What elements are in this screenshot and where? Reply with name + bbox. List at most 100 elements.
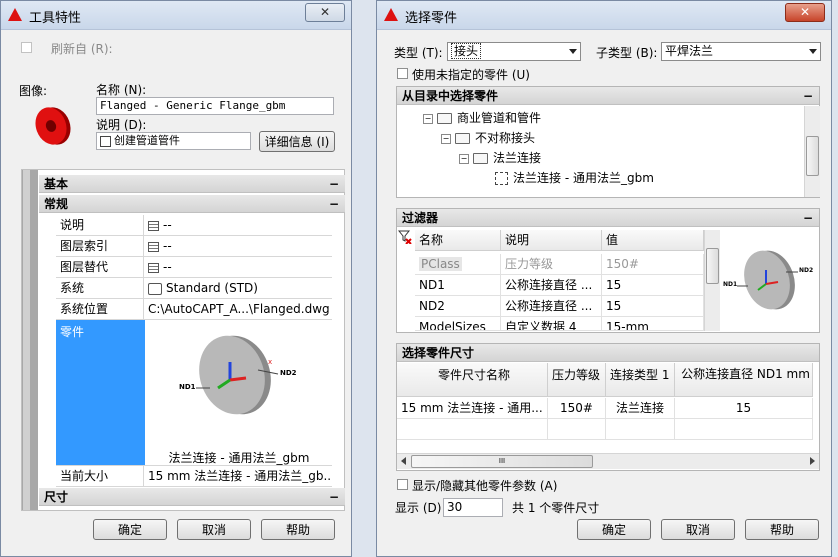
svg-text:x: x (268, 358, 272, 366)
tree-label: 法兰连接 (493, 151, 542, 165)
basic-section-header[interactable]: 基本 − (39, 175, 345, 193)
subtype-dropdown[interactable]: 平焊法兰 (661, 42, 821, 61)
scroll-thumb[interactable] (706, 248, 719, 284)
property-row-layer-override[interactable]: 图层替代 -- (56, 257, 332, 278)
size-cell-pressure-class[interactable]: 150# (548, 398, 606, 419)
general-section-header[interactable]: 常规 − (39, 195, 345, 213)
catalog-scrollbar[interactable] (804, 106, 820, 197)
empty-row-cell (606, 419, 675, 440)
property-name: 图层索引 (56, 236, 144, 256)
column-header-value[interactable]: 值 (602, 230, 704, 251)
scroll-right-arrow-icon[interactable] (810, 457, 815, 465)
collapse-icon[interactable]: − (329, 175, 339, 193)
type-dropdown[interactable]: 接头 (447, 42, 581, 61)
filter-cell-value[interactable]: 15 (602, 275, 704, 296)
nd2-label: ND2 (280, 369, 297, 377)
size-cell-nominal-diameter[interactable]: 15 (675, 398, 813, 419)
property-value[interactable]: C:\AutoCAPT_A...\Flanged.dwg (146, 299, 332, 319)
collapse-icon[interactable]: − (329, 488, 339, 506)
name-field[interactable]: Flanged - Generic Flange_gbm (96, 97, 334, 115)
filter-cell-name[interactable]: ND1 (415, 275, 501, 296)
filter-cell-description: 公称连接直径 ... (501, 275, 602, 296)
filter-cell-name[interactable]: ND2 (415, 296, 501, 317)
filter-cell-name[interactable]: ModelSizes (415, 317, 501, 331)
panel-scroll-strip[interactable] (23, 170, 30, 510)
flange-thumbnail-icon (31, 104, 75, 148)
filter-scrollbar[interactable] (704, 230, 720, 331)
size-section-header[interactable]: 尺寸 − (39, 488, 345, 506)
collapse-icon[interactable]: − (803, 209, 813, 227)
part-preview-image[interactable]: x ND1 ND2 法兰连接 - 通用法兰_gbm (146, 320, 332, 465)
tree-node[interactable]: − 商业管道和管件 (423, 109, 541, 126)
filter-section-title: 过滤器 (402, 211, 439, 225)
help-button[interactable]: 帮助 (261, 519, 335, 540)
scroll-thumb[interactable]: III (411, 455, 593, 468)
size-horizontal-scrollbar[interactable]: III (397, 453, 819, 469)
collapse-icon[interactable]: − (329, 195, 339, 213)
filter-cell-value[interactable]: 15 (602, 296, 704, 317)
property-row-layer-key[interactable]: 图层索引 -- (56, 236, 332, 257)
column-header-name[interactable]: 名称 (415, 230, 501, 251)
property-row-system-location[interactable]: 系统位置 C:\AutoCAPT_A...\Flanged.dwg (56, 299, 332, 320)
empty-row-cell (548, 419, 606, 440)
size-cell-connection-type[interactable]: 法兰连接 (606, 398, 675, 419)
collapse-icon[interactable]: − (803, 87, 813, 105)
description-label: 说明 (D): (96, 118, 147, 132)
tree-label: 商业管道和管件 (457, 111, 542, 125)
property-name: 系统 (56, 278, 144, 298)
property-value[interactable]: 15 mm 法兰连接 - 通用法兰_gb... (146, 466, 332, 486)
property-row-part[interactable]: 零件 x ND1 ND2 法兰连接 - 通用法兰_gbm (56, 320, 332, 466)
filter-cell-value[interactable]: 15-mm (602, 317, 704, 331)
ok-button[interactable]: 确定 (93, 519, 167, 540)
name-label: 名称 (N): (96, 83, 147, 97)
close-button[interactable]: ✕ (305, 3, 345, 22)
cancel-button[interactable]: 取消 (177, 519, 251, 540)
autocad-logo-icon (8, 8, 22, 21)
tree-node[interactable]: − 法兰连接 (459, 149, 541, 166)
size-section-title: 选择零件尺寸 (402, 346, 475, 360)
tree-node[interactable]: − 不对称接头 (441, 129, 535, 146)
property-value[interactable]: -- (146, 257, 332, 277)
size-cell-name[interactable]: 15 mm 法兰连接 - 通用... (397, 398, 548, 419)
ok-button[interactable]: 确定 (577, 519, 651, 540)
refresh-checkbox[interactable] (21, 42, 32, 53)
property-row-description[interactable]: 说明 -- (56, 215, 332, 236)
property-value[interactable]: -- (146, 236, 332, 256)
property-row-current-size[interactable]: 当前大小 15 mm 法兰连接 - 通用法兰_gb... (56, 466, 332, 487)
filter-cell-name[interactable]: PClass (415, 254, 501, 275)
filter-section-header[interactable]: 过滤器 − (397, 209, 819, 227)
catalog-section-header[interactable]: 从目录中选择零件 − (397, 87, 819, 105)
tree-toggle[interactable]: − (441, 133, 451, 144)
type-value: 接头 (451, 43, 482, 59)
scroll-thumb[interactable] (806, 136, 819, 176)
cancel-button[interactable]: 取消 (661, 519, 735, 540)
column-header-description[interactable]: 说明 (501, 230, 602, 251)
column-header-pressure-class[interactable]: 压力等级 (548, 363, 606, 397)
property-value[interactable]: Standard (STD) (146, 278, 332, 298)
property-value[interactable]: -- (146, 215, 332, 235)
scroll-left-arrow-icon[interactable] (401, 457, 406, 465)
tree-toggle[interactable]: − (459, 153, 469, 164)
filter-cell-value[interactable]: 150# (602, 254, 704, 275)
system-icon (148, 282, 162, 295)
help-button[interactable]: 帮助 (745, 519, 819, 540)
details-button[interactable]: 详细信息 (I) (259, 131, 335, 152)
description-field[interactable]: 创建管道管件 (96, 132, 251, 150)
close-button[interactable]: ✕ (785, 3, 825, 22)
part-icon (495, 172, 508, 185)
property-row-system[interactable]: 系统 Standard (STD) (56, 278, 332, 299)
filter-remove-icon[interactable] (397, 230, 412, 245)
column-header-nominal-diameter[interactable]: 公称连接直径 ND1 mm (675, 363, 813, 397)
column-header-size-name[interactable]: 零件尺寸名称 (397, 363, 548, 397)
tree-toggle[interactable]: − (423, 113, 433, 124)
display-count-field[interactable]: 30 (443, 498, 503, 517)
refresh-label: 刷新自 (R): (51, 42, 113, 56)
show-hide-params-checkbox[interactable] (397, 479, 408, 490)
title-bar: 选择零件 ✕ (377, 1, 831, 30)
part-label: 零件 (60, 325, 85, 339)
tree-node-selected[interactable]: 法兰连接 - 通用法兰_gbm (495, 169, 654, 186)
nd1-label: ND1 (179, 383, 196, 391)
column-header-connection-type[interactable]: 连接类型 1 (606, 363, 675, 397)
use-unspecified-checkbox[interactable] (397, 68, 408, 79)
show-hide-params-label: 显示/隐藏其他零件参数 (A) (412, 479, 558, 493)
